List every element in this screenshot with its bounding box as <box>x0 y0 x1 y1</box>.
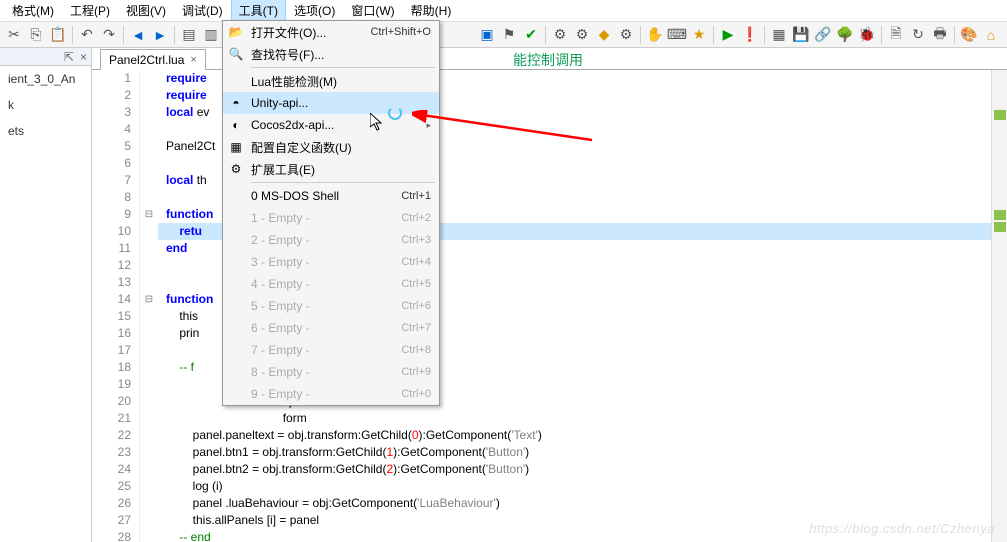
tb-print-icon[interactable]: 🖶 <box>930 25 950 45</box>
tb-tree-icon[interactable]: 🌳 <box>835 25 855 45</box>
menu-open-file[interactable]: 📂 打开文件(O)... Ctrl+Shift+O <box>223 21 439 43</box>
side-close-icon[interactable]: × <box>80 50 87 64</box>
menu-empty-slot: 4 - Empty -Ctrl+5 <box>223 273 439 295</box>
code-line[interactable]: panel .luaBehaviour = obj:GetComponent('… <box>158 495 1007 512</box>
tb-keyboard-icon[interactable]: ⌨ <box>667 25 687 45</box>
tb-indent-icon[interactable]: ▤ <box>179 25 199 45</box>
menu-empty-slot: 6 - Empty -Ctrl+7 <box>223 317 439 339</box>
tb-palette-icon[interactable]: 🎨 <box>959 25 979 45</box>
tree-item[interactable]: ient_3_0_An <box>2 70 89 88</box>
code-line[interactable]: form <box>158 410 1007 427</box>
tb-check-icon[interactable]: ✔ <box>521 25 541 45</box>
menu-find-symbol[interactable]: 🔍 查找符号(F)... <box>223 43 439 65</box>
tb-hand-icon[interactable]: ✋ <box>645 25 665 45</box>
menu-ext-tools[interactable]: ⚙ 扩展工具(E) <box>223 158 439 180</box>
tb-undo-icon[interactable]: ↶ <box>77 25 97 45</box>
menu-empty-slot: 1 - Empty -Ctrl+2 <box>223 207 439 229</box>
menu-empty-slot: 8 - Empty -Ctrl+9 <box>223 361 439 383</box>
unity-icon: ◓ <box>227 94 245 112</box>
tb-paste-icon[interactable]: 📋 <box>48 25 68 45</box>
menu-empty-slot: 7 - Empty -Ctrl+8 <box>223 339 439 361</box>
menu-format[interactable]: 格式(M) <box>4 0 62 22</box>
search-icon: 🔍 <box>227 45 245 63</box>
tools-icon: ⚙ <box>227 160 245 178</box>
menu-project[interactable]: 工程(P) <box>62 0 118 22</box>
watermark: https://blog.csdn.net/Czhenya <box>809 521 995 536</box>
side-panel: ⇱ × ient_3_0_An k ets <box>0 48 92 542</box>
tb-home-icon[interactable]: ⌂ <box>981 25 1001 45</box>
menu-window[interactable]: 窗口(W) <box>343 0 402 22</box>
tb-bookmark-icon[interactable]: ▣ <box>477 25 497 45</box>
menu-tools[interactable]: 工具(T) <box>231 0 286 22</box>
tb-warn-icon[interactable]: ❗ <box>740 25 760 45</box>
menu-debug[interactable]: 调试(D) <box>174 0 231 22</box>
loading-spinner-icon <box>388 106 402 120</box>
tools-dropdown: 📂 打开文件(O)... Ctrl+Shift+O 🔍 查找符号(F)... L… <box>222 20 440 406</box>
tb-link-icon[interactable]: 🔗 <box>813 25 833 45</box>
menu-options[interactable]: 选项(O) <box>286 0 343 22</box>
menu-help[interactable]: 帮助(H) <box>403 0 460 22</box>
tb-copy-icon[interactable]: ⎘ <box>26 25 46 45</box>
code-line[interactable]: log (i) <box>158 478 1007 495</box>
menu-lua-perf[interactable]: Lua性能检测(M) <box>223 70 439 92</box>
menu-empty-slot: 2 - Empty -Ctrl+3 <box>223 229 439 251</box>
side-pin-icon[interactable]: ⇱ <box>64 50 74 64</box>
menu-separator <box>251 67 435 68</box>
code-line[interactable]: panel.paneltext = obj.transform:GetChild… <box>158 427 1007 444</box>
tb-marker-icon[interactable]: ⚑ <box>499 25 519 45</box>
tree-item[interactable]: ets <box>2 122 89 140</box>
scrollbar[interactable] <box>991 70 1007 542</box>
menu-empty-slot: 9 - Empty -Ctrl+0 <box>223 383 439 405</box>
fold-column[interactable]: ⊟⊟ <box>140 70 158 542</box>
tb-redo-icon[interactable]: ↷ <box>99 25 119 45</box>
side-tree[interactable]: ient_3_0_An k ets <box>0 66 91 144</box>
tb-fwd-icon[interactable]: ► <box>150 25 170 45</box>
tb-gear2-icon[interactable]: ⚙ <box>572 25 592 45</box>
config-icon: ▦ <box>227 138 245 156</box>
tb-cfg-icon[interactable]: ⚙ <box>616 25 636 45</box>
toolbar: ✂ ⎘ 📋 ↶ ↷ ◄ ► ▤ ▥ ⎌ ▣ ⚑ ✔ ⚙ ⚙ ◆ ⚙ ✋ ⌨ ★ … <box>0 22 1007 48</box>
menu-view[interactable]: 视图(V) <box>118 0 174 22</box>
tree-item[interactable]: k <box>2 96 89 114</box>
tb-outdent-icon[interactable]: ▥ <box>201 25 221 45</box>
tab-title: Panel2Ctrl.lua <box>109 53 184 67</box>
tb-back-icon[interactable]: ◄ <box>128 25 148 45</box>
tb-debug-icon[interactable]: 🐞 <box>857 25 877 45</box>
menu-unity-api[interactable]: ◓ Unity-api... <box>223 92 439 114</box>
tb-cut-icon[interactable]: ✂ <box>4 25 24 45</box>
tb-save-icon[interactable]: 💾 <box>791 25 811 45</box>
folder-icon: 📂 <box>227 23 245 41</box>
cocos-icon: ◐ <box>227 116 245 134</box>
tb-gear-icon[interactable]: ⚙ <box>550 25 570 45</box>
code-line[interactable]: panel.btn1 = obj.transform:GetChild(1):G… <box>158 444 1007 461</box>
tb-tag-icon[interactable]: ◆ <box>594 25 614 45</box>
tb-run-icon[interactable]: ▶ <box>718 25 738 45</box>
menu-separator <box>251 182 435 183</box>
tab-close-icon[interactable]: × <box>190 54 196 66</box>
menu-custom-func[interactable]: ▦ 配置自定义函数(U) <box>223 136 439 158</box>
menu-msdos[interactable]: 0 MS-DOS Shell Ctrl+1 <box>223 185 439 207</box>
tb-text-icon[interactable]: 🗎 <box>886 25 906 45</box>
menu-empty-slot: 3 - Empty -Ctrl+4 <box>223 251 439 273</box>
line-gutter: 1234567891011121314151617181920212223242… <box>92 70 140 542</box>
file-tab[interactable]: Panel2Ctrl.lua × <box>100 49 206 70</box>
main-area: ⇱ × ient_3_0_An k ets Panel2Ctrl.lua × 能… <box>0 48 1007 542</box>
menu-cocos-api[interactable]: ◐ Cocos2dx-api... ▸ <box>223 114 439 136</box>
tb-favorite-icon[interactable]: ★ <box>689 25 709 45</box>
banner-text: 能控制调用 <box>509 48 587 68</box>
menubar: 格式(M) 工程(P) 视图(V) 调试(D) 工具(T) 选项(O) 窗口(W… <box>0 0 1007 22</box>
side-header: ⇱ × <box>0 48 91 66</box>
tb-db-icon[interactable]: ▦ <box>769 25 789 45</box>
menu-empty-slot: 5 - Empty -Ctrl+6 <box>223 295 439 317</box>
code-line[interactable]: panel.btn2 = obj.transform:GetChild(2):G… <box>158 461 1007 478</box>
submenu-arrow-icon: ▸ <box>426 120 431 131</box>
tb-loop-icon[interactable]: ↻ <box>908 25 928 45</box>
